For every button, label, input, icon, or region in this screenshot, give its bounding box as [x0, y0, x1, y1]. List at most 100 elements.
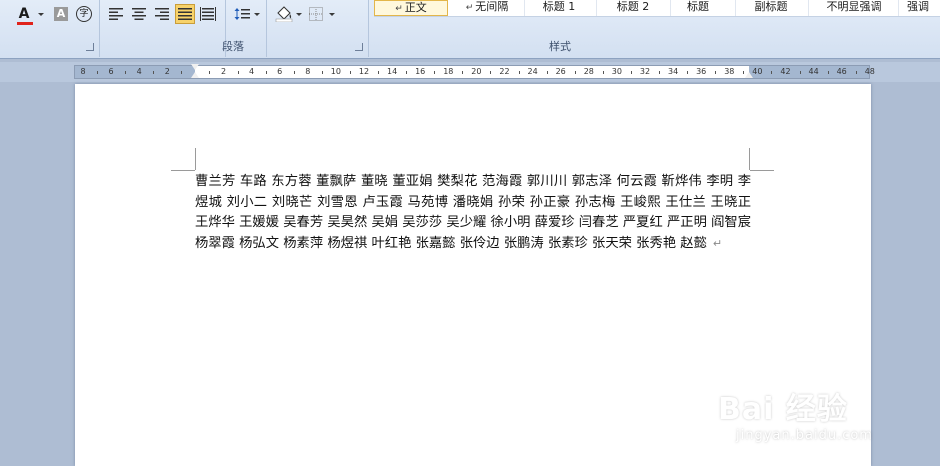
style-title[interactable]: 标题 [661, 0, 736, 16]
ruler-number: 10 [330, 67, 341, 76]
horizontal-ruler[interactable]: 8 6 4 2 2 4 6 8 10 12 14 16 18 20 22 24 26 28 30 32 34 36 38 40… [74, 64, 875, 79]
shading-button[interactable] [274, 4, 294, 24]
ruler-number: 18 [443, 67, 454, 76]
ruler-tick [518, 71, 520, 74]
ruler-number: 24 [527, 67, 538, 76]
crop-mark [750, 170, 774, 171]
styles-gallery: ↵ 正文 ↵ 无间隔 标题 1 标题 2 标题 副标题 不明显强调 强调 [374, 0, 940, 17]
ruler-tick [181, 71, 183, 74]
crop-mark [171, 170, 195, 171]
ruler-tick [799, 71, 801, 74]
ruler-number: 6 [108, 67, 114, 76]
ruler-number: 22 [499, 67, 510, 76]
distributed-button[interactable] [198, 4, 218, 24]
style-subtle-emphasis[interactable]: 不明显强调 [810, 0, 899, 16]
ruler-number: 38 [724, 67, 735, 76]
ruler-tick [209, 71, 211, 74]
document-paragraph: 曹兰芳 车路 东方蓉 董飘萨 董晓 董亚娟 樊梨花 范海霞 郭川川 郭志泽 何云… [195, 174, 752, 251]
left-indent-marker[interactable] [191, 72, 199, 78]
styles-group-label: 样式 [549, 40, 571, 53]
align-left-button[interactable] [106, 4, 126, 24]
char-shading-button[interactable]: A [51, 4, 71, 24]
right-indent-marker[interactable] [745, 72, 753, 78]
font-color-button[interactable]: A [14, 4, 34, 25]
align-center-icon [132, 8, 146, 20]
ruler-number: 42 [780, 67, 791, 76]
ruler-tick [602, 71, 604, 74]
ruler-tick [462, 71, 464, 74]
borders-button[interactable] [306, 4, 326, 24]
watermark-logo: Bai 经验 [718, 392, 848, 427]
ruler-number: 30 [611, 67, 622, 76]
justify-button[interactable] [175, 4, 195, 24]
ruler-number: 14 [387, 67, 398, 76]
ruler-tick [574, 71, 576, 74]
ruler-number: 26 [555, 67, 566, 76]
ruler-tick [546, 71, 548, 74]
style-subtitle[interactable]: 副标题 [734, 0, 809, 16]
borders-dropdown-icon[interactable] [329, 13, 335, 16]
style-label: 不明显强调 [826, 0, 882, 13]
watermark-url: jingyan.baidu.com [736, 428, 873, 443]
ruler-number: 28 [583, 67, 594, 76]
ruler-number: 20 [471, 67, 482, 76]
crop-mark [195, 148, 196, 170]
line-spacing-button[interactable] [232, 4, 252, 24]
font-color-icon: A [16, 7, 33, 25]
ruler-number: 32 [639, 67, 651, 76]
ruler-tick [659, 71, 661, 74]
ruler-number: 8 [80, 67, 86, 76]
style-normal[interactable]: ↵ 正文 [374, 0, 448, 16]
ruler-tick [715, 71, 717, 74]
ruler-left-margin [75, 66, 195, 78]
ruler-tick [855, 71, 857, 74]
document-body[interactable]: 曹兰芳 车路 东方蓉 董飘萨 董晓 董亚娟 樊梨花 范海霞 郭川川 郭志泽 何云… [195, 172, 751, 254]
ruler-tick [490, 71, 492, 74]
align-center-button[interactable] [129, 4, 149, 24]
style-label: 标题 1 [542, 0, 576, 13]
ruler-tick [630, 71, 632, 74]
ruler-number: 12 [358, 67, 370, 76]
style-label: 无间隔 [475, 0, 509, 13]
style-label: 标题 2 [616, 0, 650, 13]
style-heading-1[interactable]: 标题 1 [522, 0, 597, 16]
font-color-dropdown-icon[interactable] [38, 13, 44, 16]
ruler-tick [97, 71, 99, 74]
style-emphasis[interactable]: 强调 [896, 0, 940, 16]
align-right-icon [155, 8, 169, 20]
line-spacing-dropdown-icon[interactable] [254, 13, 260, 16]
group-separator [368, 0, 369, 57]
style-label: 副标题 [754, 0, 788, 13]
shading-dropdown-icon[interactable] [296, 13, 302, 16]
ruler-tick [687, 71, 689, 74]
paragraph-dialog-launcher-icon[interactable] [355, 43, 363, 51]
style-label: 强调 [907, 0, 929, 13]
crop-mark [749, 148, 750, 170]
ruler-tick [265, 71, 267, 74]
paragraph-mark-icon: ↵ [465, 3, 474, 13]
ruler-number: 2 [164, 67, 170, 76]
style-heading-2[interactable]: 标题 2 [596, 0, 671, 16]
ribbon: A A 字 段落 ↵ 正文 ↵ 无间隔 标题 1 标题 2 标题 副标题 不明显… [0, 0, 940, 59]
ruler-tick [321, 71, 323, 74]
paragraph-mark-icon: ↵ [395, 4, 403, 14]
ruler-number: 34 [668, 67, 679, 76]
ruler-tick [293, 71, 295, 74]
char-shading-icon: A [54, 7, 68, 21]
ruler-number: 16 [415, 67, 426, 76]
style-no-spacing[interactable]: ↵ 无间隔 [450, 0, 525, 16]
ruler-tick [771, 71, 773, 74]
paragraph-mark-icon: ↵ [712, 236, 723, 250]
enclose-char-button[interactable]: 字 [74, 4, 94, 24]
first-line-indent-marker[interactable] [191, 64, 199, 70]
ruler-number: 36 [696, 67, 707, 76]
ruler-tick [237, 71, 239, 74]
ruler-tick [827, 71, 829, 74]
font-dialog-launcher-icon[interactable] [86, 43, 94, 51]
ruler-tick [125, 71, 127, 74]
align-right-button[interactable] [152, 4, 172, 24]
enclose-char-icon: 字 [76, 6, 92, 22]
ruler-number: 2 [220, 67, 227, 76]
ruler-tick [434, 71, 436, 74]
ruler-tick [349, 71, 351, 74]
